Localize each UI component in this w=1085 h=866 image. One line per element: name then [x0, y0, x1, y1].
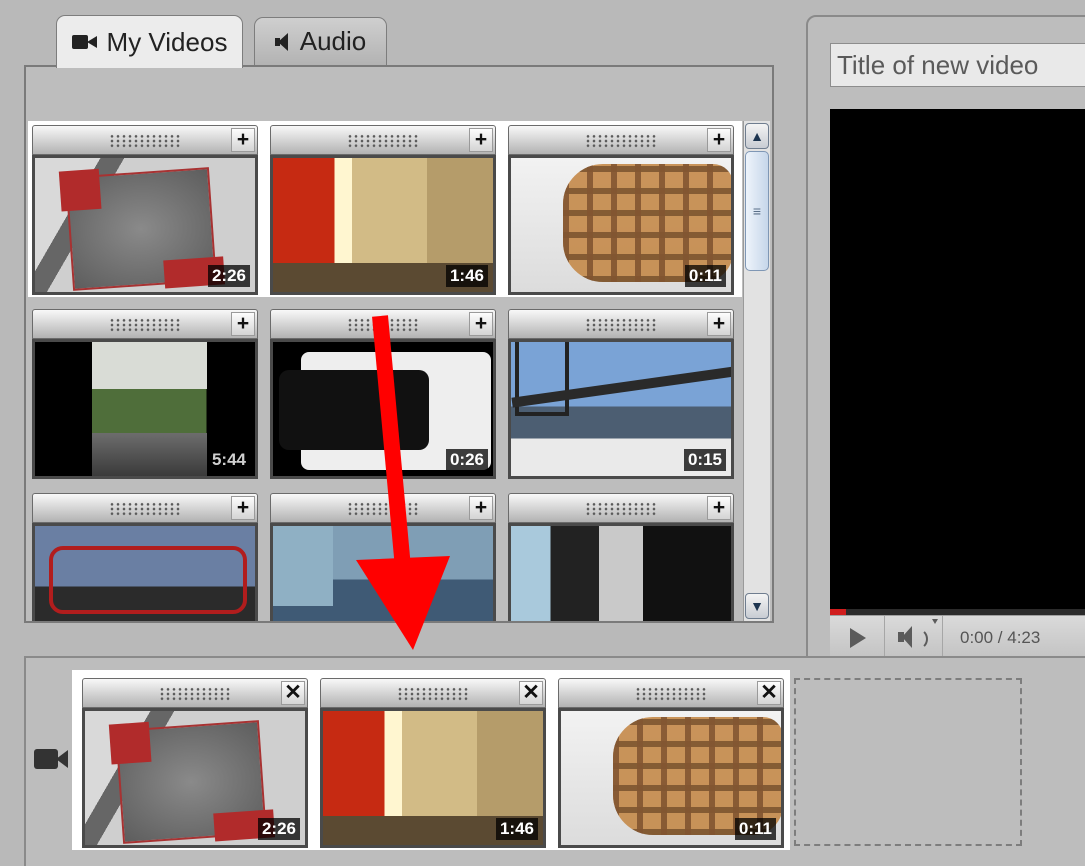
duration-badge: 2:26	[207, 265, 250, 287]
speaker-icon	[274, 32, 291, 51]
timeline-panel: ✕ 2:26 ✕ 1:46 ✕ 0:11	[24, 656, 1085, 866]
timeline-track: ✕ 2:26 ✕ 1:46 ✕ 0:11	[72, 670, 790, 850]
video-thumbnail[interactable]: 1:46	[320, 708, 546, 848]
duration-badge: 5:44	[211, 450, 246, 469]
drag-handle[interactable]: +	[270, 309, 496, 339]
duration-badge: 0:11	[734, 818, 776, 840]
add-clip-button[interactable]: +	[469, 312, 493, 336]
grip-icon	[109, 134, 181, 148]
tab-my-videos[interactable]: My Videos	[56, 15, 243, 68]
grip-icon	[347, 318, 419, 332]
grip-icon	[635, 687, 707, 701]
grip-icon	[109, 502, 181, 516]
grip-icon	[585, 318, 657, 332]
player-controls: 0:00 / 4:23	[830, 615, 1085, 660]
add-clip-button[interactable]: +	[707, 496, 731, 520]
duration-badge: 0:11	[684, 265, 726, 287]
drag-handle[interactable]: +	[508, 309, 734, 339]
scrollbar-thumb[interactable]: ≡	[745, 151, 769, 271]
add-clip-button[interactable]: +	[231, 312, 255, 336]
drag-handle[interactable]: +	[32, 125, 258, 155]
remove-clip-button[interactable]: ✕	[281, 681, 305, 705]
add-clip-button[interactable]: +	[469, 128, 493, 152]
drag-handle[interactable]: +	[508, 493, 734, 523]
drag-handle[interactable]: ✕	[320, 678, 546, 708]
tab-audio-label: Audio	[299, 26, 367, 56]
library-clip[interactable]: +	[270, 493, 496, 621]
add-clip-button[interactable]: +	[469, 496, 493, 520]
grip-icon	[347, 502, 419, 516]
video-thumbnail[interactable]: 0:26	[270, 339, 496, 479]
library-clip[interactable]: +	[32, 493, 258, 621]
drag-handle[interactable]: +	[508, 125, 734, 155]
video-thumbnail[interactable]: 0:11	[558, 708, 784, 848]
video-thumbnail[interactable]: 1:46	[270, 155, 496, 295]
play-button[interactable]	[830, 616, 885, 660]
library-clip[interactable]: + 1:46	[270, 125, 496, 295]
video-player[interactable]	[830, 109, 1085, 615]
add-clip-button[interactable]: +	[707, 312, 731, 336]
drag-handle[interactable]: +	[270, 493, 496, 523]
library-clip[interactable]: + 5:44	[32, 309, 258, 479]
duration-badge: 0:15	[683, 449, 726, 471]
video-library-panel: + 2:26 + 1:46 + 0:11 + 5:44 + 0:26 + 0:1…	[24, 65, 774, 623]
timeline-clip[interactable]: ✕ 2:26	[82, 678, 308, 848]
video-camera-icon	[71, 34, 98, 50]
drag-handle[interactable]: ✕	[82, 678, 308, 708]
duration-badge: 2:26	[257, 818, 300, 840]
timeline-clip[interactable]: ✕ 1:46	[320, 678, 546, 848]
drag-handle[interactable]: +	[32, 309, 258, 339]
grip-icon	[347, 134, 419, 148]
add-clip-button[interactable]: +	[231, 128, 255, 152]
video-thumbnail[interactable]	[270, 523, 496, 621]
add-clip-button[interactable]: +	[231, 496, 255, 520]
grip-icon	[585, 134, 657, 148]
preview-panel: 0:00 / 4:23	[806, 15, 1085, 660]
drag-handle[interactable]: ✕	[558, 678, 784, 708]
video-thumbnail[interactable]	[32, 523, 258, 621]
duration-badge: 1:46	[495, 818, 538, 840]
drag-handle[interactable]: +	[32, 493, 258, 523]
remove-clip-button[interactable]: ✕	[519, 681, 543, 705]
video-thumbnail[interactable]	[508, 523, 734, 621]
library-toolbar	[26, 67, 772, 119]
grip-icon	[585, 502, 657, 516]
drag-handle[interactable]: +	[270, 125, 496, 155]
library-clip[interactable]: + 0:26	[270, 309, 496, 479]
library-clip[interactable]: + 0:15	[508, 309, 734, 479]
duration-badge: 0:26	[445, 449, 488, 471]
volume-button[interactable]	[886, 616, 943, 660]
video-thumbnail[interactable]: 0:15	[508, 339, 734, 479]
library-clip[interactable]: +	[508, 493, 734, 621]
video-library-grid: + 2:26 + 1:46 + 0:11 + 5:44 + 0:26 + 0:1…	[28, 121, 742, 621]
timeline-clip[interactable]: ✕ 0:11	[558, 678, 784, 848]
grip-icon	[397, 687, 469, 701]
grip-icon	[159, 687, 231, 701]
video-thumbnail[interactable]: 2:26	[32, 155, 258, 295]
empty-drop-slot[interactable]	[794, 678, 1022, 846]
remove-clip-button[interactable]: ✕	[757, 681, 781, 705]
duration-badge: 1:46	[445, 265, 488, 287]
library-clip[interactable]: + 0:11	[508, 125, 734, 295]
scroll-down-button[interactable]: ▼	[745, 593, 769, 619]
scroll-up-button[interactable]: ▲	[745, 123, 769, 149]
tab-audio[interactable]: Audio	[254, 17, 387, 65]
library-scrollbar[interactable]: ▲ ≡ ▼	[743, 121, 770, 621]
add-clip-button[interactable]: +	[707, 128, 731, 152]
video-title-input[interactable]	[830, 43, 1085, 87]
library-clip[interactable]: + 2:26	[32, 125, 258, 295]
video-thumbnail[interactable]: 2:26	[82, 708, 308, 848]
video-thumbnail[interactable]: 5:44	[32, 339, 258, 479]
time-display: 0:00 / 4:23	[960, 628, 1041, 647]
tab-my-videos-label: My Videos	[106, 26, 228, 57]
grip-icon	[109, 318, 181, 332]
video-thumbnail[interactable]: 0:11	[508, 155, 734, 295]
video-track-icon	[34, 748, 72, 770]
